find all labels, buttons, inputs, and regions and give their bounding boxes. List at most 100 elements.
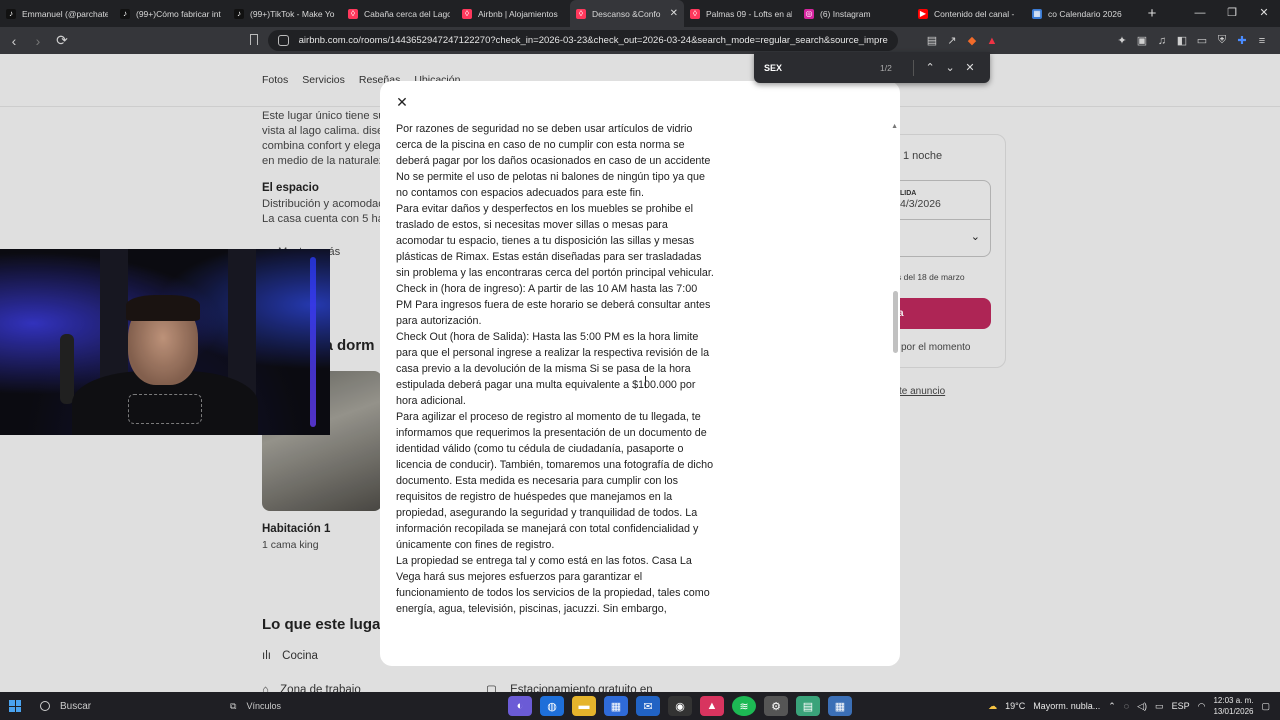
brave-shield-icon[interactable]: ◆ — [962, 34, 982, 47]
windows-icon — [9, 700, 21, 712]
maximize-icon[interactable]: ❐ — [1216, 0, 1248, 27]
store-icon[interactable]: ▦ — [604, 696, 628, 716]
widgets-label[interactable]: Vínculos — [246, 701, 281, 711]
spotify-icon[interactable]: ≋ — [732, 696, 756, 716]
browser-toolbar: ‹ › ⟳ airbnb.com.co/rooms/14436529472471… — [0, 27, 1280, 54]
browser-tab[interactable]: ▦ co Calendario 2026 — [1026, 0, 1140, 27]
taskbar-search-label: Buscar — [60, 700, 92, 712]
copilot-icon[interactable]: ◐ — [508, 696, 532, 716]
forward-icon[interactable]: › — [28, 33, 48, 49]
vpn-icon[interactable]: ⛨ — [1212, 34, 1232, 47]
browser-tab[interactable]: ◊ Cabaña cerca del Lago — [342, 0, 456, 27]
menu-icon[interactable]: ≡ — [1252, 35, 1272, 47]
tab-title: (99+)TikTok - Make Yo — [250, 8, 335, 19]
extension-puzzle-icon[interactable]: ✚ — [1232, 34, 1252, 47]
wallet-icon[interactable]: ▭ — [1192, 34, 1212, 47]
start-button[interactable] — [0, 692, 30, 720]
house-rules-text: Por razones de seguridad no se deben usa… — [396, 121, 716, 617]
reload-icon[interactable]: ⟳ — [52, 32, 72, 49]
airbnb-icon: ◊ — [348, 8, 358, 19]
back-icon[interactable]: ‹ — [4, 33, 24, 49]
close-icon[interactable]: ✕ — [394, 94, 410, 110]
calendar-icon: ▦ — [1032, 8, 1042, 19]
weather-temp[interactable]: 19°C — [1005, 701, 1025, 711]
extensions-icon[interactable]: ✦ — [1112, 34, 1132, 47]
calculator-icon[interactable]: ▦ — [828, 696, 852, 716]
brave-rewards-icon[interactable]: ▲ — [982, 35, 1002, 47]
keyboard-language[interactable]: ESP — [1172, 701, 1190, 711]
rule-paragraph: No se permite el uso de pelotas ni balon… — [396, 171, 705, 199]
browser-tab[interactable]: ◊ Palmas 09 - Lofts en al — [684, 0, 798, 27]
wifi-icon[interactable]: ◠ — [1198, 701, 1206, 712]
browser-tab[interactable]: ◊ Descanso &Confo ✕ — [570, 0, 684, 27]
address-bar[interactable]: airbnb.com.co/rooms/1443652947247122270?… — [268, 30, 898, 51]
find-next-icon[interactable]: ⌄ — [940, 61, 960, 74]
tab-title: Emmanuel (@parchate — [22, 8, 108, 19]
browser-tab[interactable]: ♪ (99+)Cómo fabricar int — [114, 0, 228, 27]
window-controls: — ❐ ✕ — [1184, 0, 1280, 27]
media-icon[interactable]: ♫ — [1152, 35, 1172, 47]
brave-icon[interactable]: ▲ — [700, 696, 724, 716]
tiktok-icon: ♪ — [6, 8, 16, 19]
file-explorer-icon[interactable]: ▬ — [572, 696, 596, 716]
weather-icon: ☁ — [988, 700, 998, 711]
bookmark-icon[interactable] — [250, 34, 258, 45]
notes-icon[interactable]: ▤ — [796, 696, 820, 716]
screenshot-icon[interactable]: ▣ — [1132, 34, 1152, 47]
browser-tab[interactable]: ♪ (99+)TikTok - Make Yo — [228, 0, 342, 27]
new-tab-button[interactable]: + — [1140, 5, 1164, 22]
reader-mode-icon[interactable]: ▤ — [922, 34, 942, 47]
find-separator — [913, 59, 915, 76]
tab-title: Contenido del canal - — [934, 8, 1015, 19]
tab-title: Airbnb | Alojamientos — [478, 8, 558, 19]
mail-icon[interactable]: ✉ — [636, 696, 660, 716]
browser-tab[interactable]: ♪ Emmanuel (@parchate — [0, 0, 114, 27]
airbnb-icon: ◊ — [576, 8, 586, 19]
notifications-icon[interactable]: ▢ — [1261, 701, 1270, 712]
battery-icon[interactable]: ▭ — [1155, 701, 1164, 712]
tab-close-icon[interactable]: ✕ — [670, 8, 678, 19]
clock[interactable]: 12:03 a. m. 13/01/2026 — [1213, 695, 1253, 717]
modal-scrollbar[interactable] — [893, 291, 898, 353]
tiktok-icon: ♪ — [234, 8, 244, 19]
browser-tab[interactable]: ◎ (6) Instagram — [798, 0, 912, 27]
task-view-icon[interactable]: ⧉ — [230, 701, 236, 712]
share-icon[interactable]: ↗ — [942, 34, 962, 47]
tab-title: Descanso &Confo — [592, 8, 661, 19]
find-match-count: 1/2 — [880, 62, 892, 73]
edge-icon[interactable]: ◍ — [540, 696, 564, 716]
tab-title: co Calendario 2026 — [1048, 8, 1122, 19]
tiktok-icon: ♪ — [120, 8, 130, 19]
clock-time: 12:03 a. m. — [1213, 696, 1254, 705]
find-close-icon[interactable]: ✕ — [960, 61, 980, 74]
find-previous-icon[interactable]: ⌃ — [920, 61, 940, 74]
toolbar-icons: ▤ ↗ ◆ ▲ ✦ ▣ ♫ ◧ ▭ ⛨ ✚ ≡ — [922, 27, 1272, 54]
volume-icon[interactable]: ◁) — [1137, 701, 1147, 712]
browser-tab[interactable]: ▶ Contenido del canal - — [912, 0, 1026, 27]
find-input[interactable] — [764, 62, 874, 73]
tab-title: (6) Instagram — [820, 8, 871, 19]
instagram-icon: ◎ — [804, 8, 814, 19]
obs-icon[interactable]: ◉ — [668, 696, 692, 716]
tray-overflow-icon[interactable]: ⌃ — [1108, 701, 1116, 712]
taskbar-search[interactable]: Buscar — [30, 692, 220, 720]
youtube-icon: ▶ — [918, 8, 928, 19]
weather-desc[interactable]: Mayorm. nubla... — [1033, 701, 1100, 711]
taskbar-apps: ◐ ◍ ▬ ▦ ✉ ◉ ▲ ≋ ⚙ ▤ ▦ — [508, 692, 852, 720]
url-text[interactable]: airbnb.com.co/rooms/1443652947247122270?… — [299, 35, 888, 46]
text-cursor — [645, 376, 651, 388]
rule-paragraph: La propiedad se entrega tal y como está … — [396, 555, 710, 615]
rule-paragraph: Check in (hora de ingreso): A partir de … — [396, 283, 711, 327]
network-icon[interactable]: ◌ — [1124, 701, 1129, 711]
close-window-icon[interactable]: ✕ — [1248, 0, 1280, 27]
site-settings-icon[interactable] — [278, 35, 289, 46]
minimize-icon[interactable]: — — [1184, 0, 1216, 27]
settings-icon[interactable]: ⚙ — [764, 696, 788, 716]
tab-title: Cabaña cerca del Lago — [364, 8, 450, 19]
scroll-up-arrow-icon[interactable]: ▲ — [891, 123, 898, 130]
find-in-page-bar: 1/2 ⌃ ⌄ ✕ — [754, 52, 990, 83]
rule-paragraph: Para evitar daños y desperfectos en los … — [396, 203, 714, 279]
clock-date: 13/01/2026 — [1213, 707, 1254, 716]
sidebar-icon[interactable]: ◧ — [1172, 34, 1192, 47]
browser-tab[interactable]: ◊ Airbnb | Alojamientos — [456, 0, 570, 27]
